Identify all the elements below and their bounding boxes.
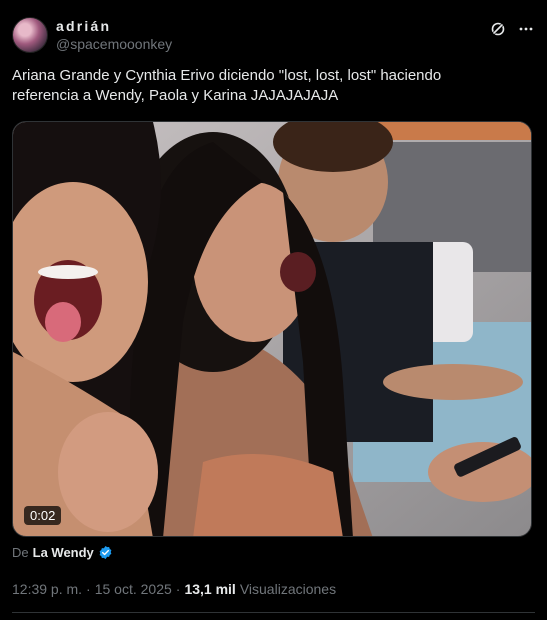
author-avatar[interactable] [12, 17, 48, 53]
tweet-text: Ariana Grande y Cynthia Erivo diciendo "… [12, 67, 442, 104]
tweet-date[interactable]: 15 oct. 2025 [95, 581, 172, 597]
author-display-name[interactable]: adrián [56, 18, 172, 34]
source-prefix: De [12, 545, 29, 560]
video-player[interactable]: 0:02 [12, 121, 532, 537]
divider [12, 612, 535, 613]
author-names: adrián @spacemooonkey [56, 18, 172, 52]
video-source: De La Wendy [12, 545, 113, 560]
views-label: Visualizaciones [239, 581, 337, 597]
views-count: 13,1 mil [184, 581, 236, 597]
source-account-link[interactable]: La Wendy [33, 545, 94, 560]
video-frame [13, 122, 531, 536]
header-actions [489, 20, 535, 38]
grok-icon[interactable] [489, 20, 507, 38]
meta-separator: · [86, 581, 91, 597]
tweet-header: adrián @spacemooonkey [12, 14, 535, 56]
author-handle[interactable]: @spacemooonkey [56, 36, 172, 52]
tweet-time[interactable]: 12:39 p. m. [12, 581, 82, 597]
meta-separator: · [175, 581, 181, 597]
verified-badge-icon [98, 545, 113, 560]
tweet-meta: 12:39 p. m. · 15 oct. 2025 · 13,1 mil Vi… [12, 581, 336, 597]
video-duration: 0:02 [24, 506, 62, 525]
more-options-icon[interactable] [517, 20, 535, 38]
